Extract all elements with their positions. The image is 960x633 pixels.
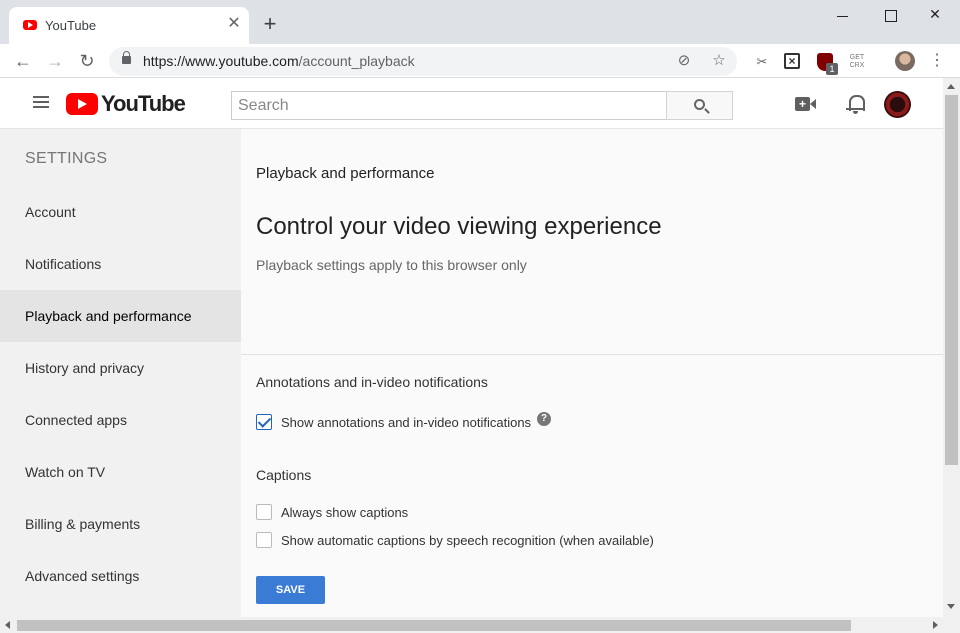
scroll-down-arrow-icon[interactable]	[947, 604, 955, 609]
search-input[interactable]	[231, 91, 667, 120]
window-maximize-button[interactable]	[875, 6, 905, 26]
captions-heading: Captions	[256, 467, 312, 483]
lock-icon	[122, 51, 131, 64]
reload-icon[interactable]: ↻	[75, 49, 99, 73]
new-tab-button[interactable]: +	[259, 13, 281, 35]
vertical-scroll-thumb[interactable]	[945, 95, 958, 465]
save-button[interactable]: SAVE	[256, 576, 325, 604]
back-arrow-icon[interactable]: ←	[11, 49, 35, 73]
url-text[interactable]: https://www.youtube.com/account_playback	[143, 53, 415, 69]
extension-badge: 1	[826, 63, 838, 75]
browser-titlebar: YouTube ✕ + ✕	[0, 0, 960, 44]
youtube-favicon-icon	[23, 20, 37, 30]
browser-toolbar: ← → ↻ https://www.youtube.com/account_pl…	[0, 44, 960, 78]
tab-title: YouTube	[45, 18, 97, 33]
horizontal-scroll-thumb[interactable]	[17, 620, 851, 631]
sidebar-item-history-privacy[interactable]: History and privacy	[0, 342, 241, 394]
vertical-scrollbar[interactable]	[943, 78, 960, 617]
scroll-right-arrow-icon[interactable]	[933, 621, 938, 629]
create-video-icon[interactable]: +	[794, 93, 818, 115]
sidebar-item-playback[interactable]: Playback and performance	[0, 290, 241, 342]
always-captions-label[interactable]: Always show captions	[281, 505, 408, 520]
settings-main: Playback and performance Control your vi…	[241, 129, 943, 617]
browser-menu-icon[interactable]: ⋮	[928, 51, 946, 71]
close-window-extension-icon[interactable]: ×	[784, 53, 800, 69]
youtube-logo-icon[interactable]	[66, 93, 98, 115]
get-crx-extension-icon[interactable]: GET CRX	[847, 54, 867, 74]
section-label: Playback and performance	[256, 165, 435, 182]
forward-arrow-icon[interactable]: →	[43, 49, 67, 73]
settings-sidebar: SETTINGS Account Notifications Playback …	[0, 129, 241, 617]
page-subtitle: Playback settings apply to this browser …	[256, 257, 527, 273]
sidebar-item-connected-apps[interactable]: Connected apps	[0, 394, 241, 446]
window-close-button[interactable]: ✕	[920, 6, 950, 26]
notifications-bell-icon[interactable]	[845, 93, 869, 115]
sidebar-item-notifications[interactable]: Notifications	[0, 238, 241, 290]
tab-close-icon[interactable]: ✕	[225, 15, 243, 33]
settings-heading: SETTINGS	[25, 150, 108, 167]
annotations-label[interactable]: Show annotations and in-video notificati…	[281, 415, 531, 430]
profile-avatar[interactable]	[895, 51, 915, 71]
page-viewport: YouTube + SETTINGS Account Notifications…	[0, 78, 943, 617]
sidebar-item-billing[interactable]: Billing & payments	[0, 498, 241, 550]
annotations-heading: Annotations and in-video notifications	[256, 374, 488, 390]
scroll-left-arrow-icon[interactable]	[5, 621, 10, 629]
url-host: https://www.youtube.com	[143, 53, 299, 69]
window-minimize-button[interactable]	[827, 6, 857, 26]
sidebar-item-account[interactable]: Account	[0, 186, 241, 238]
scissors-extension-icon[interactable]: ✂	[752, 52, 772, 72]
address-bar[interactable]: https://www.youtube.com/account_playback…	[109, 47, 737, 76]
auto-captions-label[interactable]: Show automatic captions by speech recogn…	[281, 533, 654, 548]
blocked-content-icon[interactable]: ⊘	[675, 52, 693, 70]
hamburger-menu-icon[interactable]	[33, 96, 49, 110]
search-icon	[694, 99, 705, 110]
help-icon[interactable]: ?	[537, 412, 551, 426]
auto-captions-checkbox[interactable]	[256, 532, 272, 548]
youtube-masthead: YouTube +	[0, 78, 943, 129]
browser-tab[interactable]: YouTube ✕	[9, 7, 249, 44]
avatar[interactable]	[884, 91, 911, 118]
url-path: /account_playback	[298, 53, 415, 69]
youtube-wordmark[interactable]: YouTube	[101, 91, 186, 117]
bookmark-star-icon[interactable]: ☆	[710, 52, 728, 70]
annotations-checkbox[interactable]	[256, 414, 272, 430]
scroll-up-arrow-icon[interactable]	[947, 84, 955, 89]
sidebar-item-advanced[interactable]: Advanced settings	[0, 550, 241, 602]
horizontal-scrollbar[interactable]	[0, 617, 960, 633]
search-button[interactable]	[666, 91, 733, 120]
section-divider	[241, 354, 943, 355]
always-captions-checkbox[interactable]	[256, 504, 272, 520]
sidebar-item-watch-on-tv[interactable]: Watch on TV	[0, 446, 241, 498]
page-title: Control your video viewing experience	[256, 213, 662, 240]
